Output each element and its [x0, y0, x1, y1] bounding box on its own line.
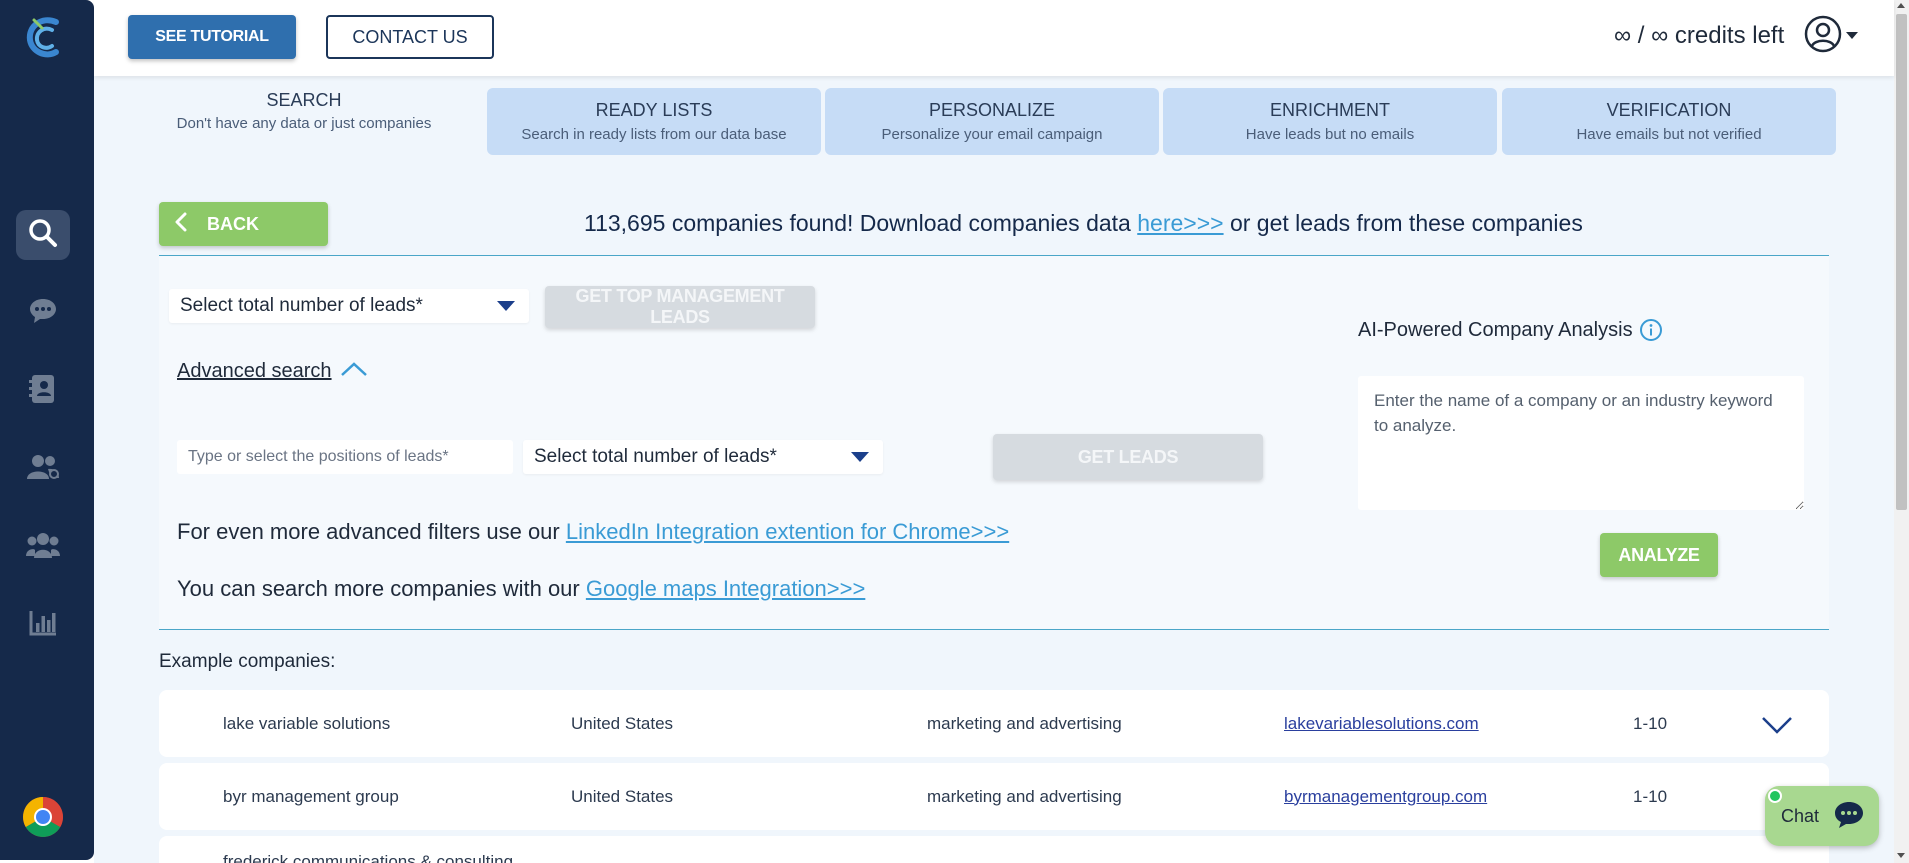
tab-title: PERSONALIZE	[928, 100, 1056, 120]
credits-left: ∞ / ∞ credits left	[1614, 22, 1785, 49]
google-maps-integration-link[interactable]: Google maps Integration>>>	[586, 576, 865, 601]
chat-label: Chat	[1781, 805, 1820, 826]
scroll-down-arrow-icon[interactable]	[1897, 853, 1905, 858]
tab-subtitle: Have emails but not verified	[1576, 126, 1762, 143]
page-scrollbar[interactable]	[1894, 0, 1909, 863]
get-top-management-leads-button[interactable]: GET TOP MANAGEMENT LEADS	[545, 286, 815, 328]
user-avatar-icon	[1804, 15, 1842, 58]
analyze-button[interactable]: ANALYZE	[1600, 533, 1718, 577]
positions-input[interactable]	[177, 440, 513, 474]
back-label: BACK	[207, 213, 259, 234]
top-bar: SEE TUTORIAL CONTACT US ∞ / ∞ credits le…	[94, 0, 1894, 76]
tab-title: VERIFICATION	[1606, 100, 1732, 120]
analytics-chart-icon	[28, 609, 58, 642]
company-industry: marketing and advertising	[927, 786, 1122, 806]
advanced-search-label: Advanced search	[177, 360, 332, 382]
company-domain-link[interactable]: lakevariablesolutions.com	[1284, 690, 1479, 757]
linkedin-integration-link[interactable]: LinkedIn Integration extention for Chrom…	[566, 519, 1009, 544]
chat-icon	[28, 297, 58, 330]
company-industry: marketing and advertising	[927, 713, 1122, 733]
chat-widget[interactable]: Chat	[1765, 786, 1879, 846]
sidebar-item-search[interactable]	[16, 210, 70, 260]
app-logo-icon[interactable]	[22, 14, 68, 64]
tab-ready-lists[interactable]: READY LISTS Search in ready lists from o…	[487, 88, 821, 155]
scroll-thumb[interactable]	[1896, 14, 1907, 510]
select-value: Select total number of leads*	[534, 446, 777, 467]
caret-down-icon	[851, 452, 869, 462]
leads-panel: Select total number of leads* GET TOP MA…	[159, 256, 1829, 629]
company-country: United States	[571, 786, 674, 806]
sidebar	[0, 0, 94, 860]
results-count-text: 113,695 companies found! Download compan…	[584, 210, 1138, 236]
main-content: SEARCH Don't have any data or just compa…	[94, 76, 1894, 863]
ai-title-text: AI-Powered Company Analysis	[1358, 318, 1633, 341]
company-name: frederick communications & consulting	[223, 852, 514, 863]
table-row[interactable]: lake variable solutions United States ma…	[159, 690, 1829, 757]
download-here-link[interactable]: here>>>	[1137, 210, 1223, 236]
maps-prefix: You can search more companies with our	[177, 576, 586, 601]
get-leads-button[interactable]: GET LEADS	[993, 434, 1263, 480]
contacts-book-icon	[29, 374, 57, 409]
results-summary: 113,695 companies found! Download compan…	[584, 210, 1583, 237]
chrome-extension-icon[interactable]	[22, 796, 64, 838]
table-row[interactable]: frederick communications & consulting	[159, 836, 1829, 863]
linkedin-integration-text: For even more advanced filters use our L…	[177, 519, 1009, 545]
sidebar-item-contacts[interactable]	[16, 366, 70, 416]
caret-down-icon	[497, 301, 515, 311]
tab-verification[interactable]: VERIFICATION Have emails but not verifie…	[1502, 88, 1836, 155]
table-row[interactable]: byr management group United States marke…	[159, 763, 1829, 830]
total-leads-select-2[interactable]: Select total number of leads*	[523, 440, 883, 474]
tab-subtitle: Personalize your email campaign	[881, 126, 1103, 143]
tab-search[interactable]: SEARCH Don't have any data or just compa…	[154, 90, 454, 132]
info-icon[interactable]	[1639, 318, 1663, 342]
total-leads-select[interactable]: Select total number of leads*	[169, 289, 529, 323]
company-name: lake variable solutions	[223, 713, 391, 733]
company-country: United States	[571, 713, 674, 733]
tab-subtitle: Search in ready lists from our data base	[521, 126, 787, 143]
advanced-search-toggle[interactable]: Advanced search	[177, 360, 368, 383]
scroll-up-arrow-icon[interactable]	[1897, 3, 1905, 8]
see-tutorial-button[interactable]: SEE TUTORIAL	[128, 15, 296, 59]
company-size: 1-10	[1633, 713, 1668, 733]
chat-bubble-icon	[1833, 800, 1865, 835]
tab-subtitle: Don't have any data or just companies	[176, 115, 432, 132]
divider	[159, 629, 1829, 630]
chevron-down-icon[interactable]	[1759, 706, 1795, 742]
company-size: 1-10	[1633, 786, 1668, 806]
ai-analysis-title: AI-Powered Company Analysis	[1358, 318, 1663, 342]
company-name: byr management group	[223, 786, 399, 806]
tab-title: ENRICHMENT	[1270, 100, 1390, 120]
caret-down-icon	[1846, 27, 1858, 45]
company-analysis-input[interactable]	[1358, 376, 1804, 510]
tab-subtitle: Have leads but no emails	[1245, 126, 1415, 143]
user-menu[interactable]	[1804, 14, 1864, 58]
online-status-dot	[1768, 789, 1782, 803]
linkedin-prefix: For even more advanced filters use our	[177, 519, 566, 544]
users-group-icon	[26, 453, 60, 486]
sidebar-item-users[interactable]	[16, 444, 70, 494]
contact-us-button[interactable]: CONTACT US	[326, 15, 494, 59]
tab-enrichment[interactable]: ENRICHMENT Have leads but no emails	[1163, 88, 1497, 155]
chevron-up-icon	[340, 360, 368, 383]
sidebar-item-team[interactable]	[16, 522, 70, 572]
maps-integration-text: You can search more companies with our G…	[177, 576, 865, 602]
tab-personalize[interactable]: PERSONALIZE Personalize your email campa…	[825, 88, 1159, 155]
sidebar-item-messages[interactable]	[16, 288, 70, 338]
select-value: Select total number of leads*	[180, 295, 423, 316]
back-button[interactable]: BACK	[159, 202, 328, 246]
chevron-left-icon	[175, 212, 187, 237]
company-domain-link[interactable]: byrmanagementgroup.com	[1284, 763, 1487, 830]
team-icon	[26, 531, 60, 564]
tab-title: READY LISTS	[595, 100, 713, 120]
results-suffix-text: or get leads from these companies	[1223, 210, 1583, 236]
example-companies-label: Example companies:	[159, 651, 336, 672]
search-icon	[28, 218, 58, 253]
sidebar-item-analytics[interactable]	[16, 600, 70, 650]
tab-title: SEARCH	[266, 90, 342, 110]
